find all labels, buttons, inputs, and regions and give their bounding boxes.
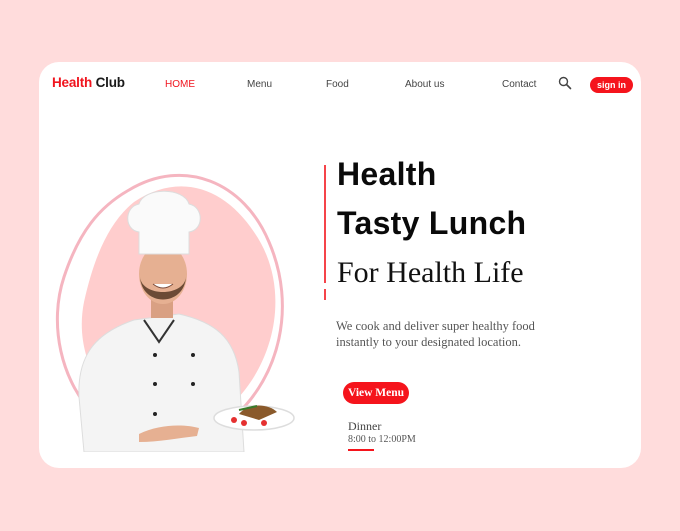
nav-menu[interactable]: Menu xyxy=(247,79,272,90)
chef-hero-image xyxy=(55,173,295,452)
hero-title-line1: Health xyxy=(337,156,437,192)
search-icon[interactable] xyxy=(558,76,572,90)
nav-about-us[interactable]: About us xyxy=(405,79,444,90)
schedule-time: 8:00 to 12:00PM xyxy=(348,434,416,445)
sign-in-button[interactable]: sign in xyxy=(590,77,633,93)
hero-title-line2: Tasty Lunch xyxy=(337,205,527,241)
hero-subtitle: For Health Life xyxy=(337,256,524,289)
landing-card: Health Club HOME Menu Food About us Cont… xyxy=(39,62,641,468)
schedule-label: Dinner xyxy=(348,419,382,433)
view-menu-button[interactable]: View Menu xyxy=(343,382,409,404)
nav-contact[interactable]: Contact xyxy=(502,79,536,90)
logo[interactable]: Health Club xyxy=(52,75,125,90)
logo-health: Health xyxy=(52,75,93,90)
hero-description: We cook and deliver super healthy food i… xyxy=(336,319,535,349)
nav-food[interactable]: Food xyxy=(326,79,349,90)
schedule-underline xyxy=(348,449,374,451)
logo-club: Club xyxy=(95,75,125,90)
accent-line xyxy=(324,165,326,300)
nav-home[interactable]: HOME xyxy=(165,79,195,90)
